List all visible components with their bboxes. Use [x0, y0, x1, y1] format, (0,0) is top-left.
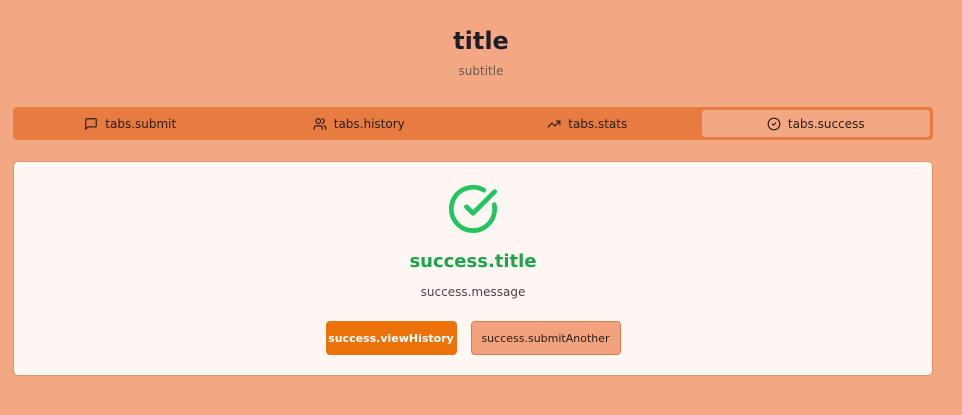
- message-square-icon: [85, 117, 98, 130]
- users-icon: [313, 117, 327, 130]
- view-history-button[interactable]: success.viewHistory: [325, 321, 457, 355]
- tab-stats[interactable]: tabs.stats: [473, 110, 702, 137]
- page-header: title subtitle: [0, 0, 962, 78]
- tab-stats-label: tabs.stats: [568, 116, 628, 131]
- tab-success-label: tabs.success: [787, 116, 865, 131]
- tab-history[interactable]: tabs.history: [245, 110, 474, 137]
- tab-bar: tabs.submit tabs.history tabs.stats tabs…: [13, 107, 933, 140]
- tab-submit[interactable]: tabs.submit: [16, 110, 245, 137]
- success-message: success.message: [420, 285, 526, 299]
- success-card: success.title success.message success.vi…: [13, 161, 933, 376]
- tab-success[interactable]: tabs.success: [701, 110, 930, 137]
- tab-submit-label: tabs.submit: [105, 116, 177, 131]
- page-subtitle: subtitle: [458, 64, 504, 78]
- tab-history-label: tabs.history: [333, 116, 405, 131]
- check-circle-icon: [767, 117, 781, 130]
- page-title: title: [453, 27, 509, 55]
- check-circle-icon: [448, 184, 498, 233]
- success-actions: success.viewHistory success.submitAnothe…: [14, 321, 932, 355]
- success-title: success.title: [409, 251, 537, 272]
- trending-up-icon: [547, 120, 561, 127]
- submit-another-button[interactable]: success.submitAnother: [470, 321, 621, 355]
